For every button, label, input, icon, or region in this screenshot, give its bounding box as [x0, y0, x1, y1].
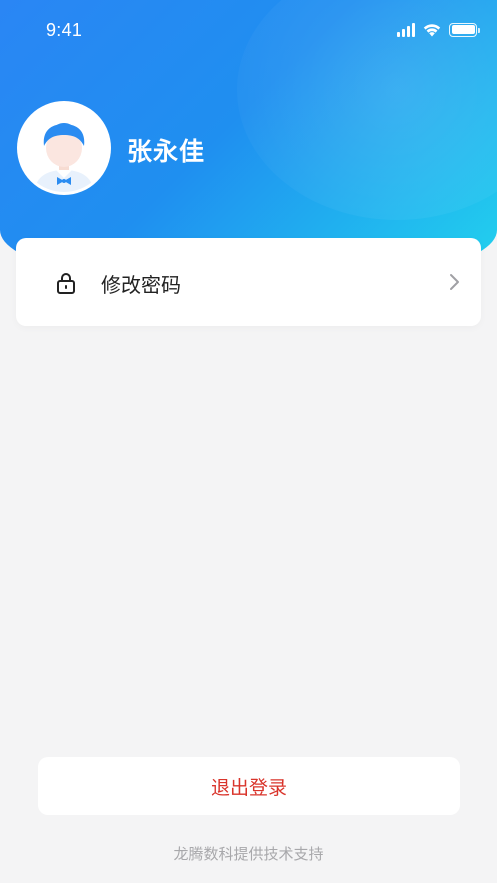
footer-credit: 龙腾数科提供技术支持 — [173, 845, 324, 863]
profile-name: 张永佳 — [127, 137, 206, 166]
avatar-icon — [20, 104, 108, 192]
status-time: 9:41 — [46, 20, 83, 40]
wifi-icon — [423, 24, 441, 37]
chevron-right-icon — [450, 274, 459, 290]
lock-icon — [57, 273, 75, 294]
menu-item-change-password[interactable]: 修改密码 — [16, 238, 481, 326]
logout-button[interactable]: 退出登录 — [38, 757, 460, 815]
avatar[interactable] — [17, 101, 111, 195]
status-icons — [397, 22, 480, 37]
menu-item-label: 修改密码 — [101, 273, 181, 297]
status-bar: 9:41 — [0, 0, 497, 62]
cellular-signal-icon — [397, 22, 415, 37]
battery-icon — [449, 22, 480, 37]
